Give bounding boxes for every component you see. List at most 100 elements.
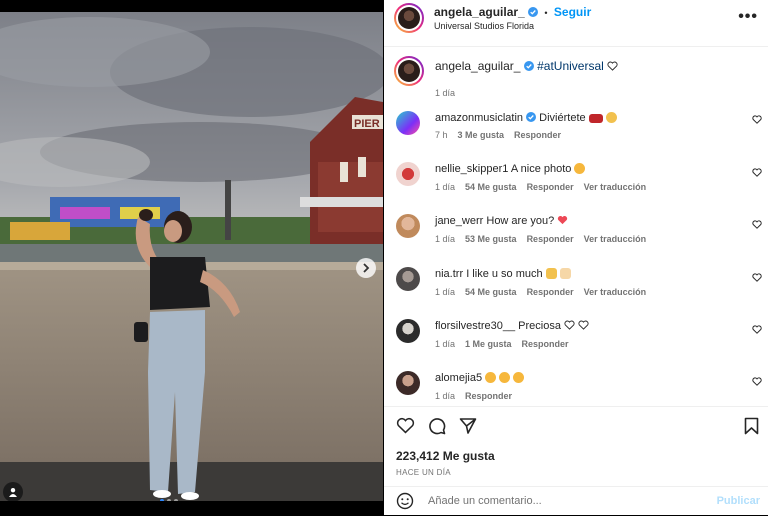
commenter-avatar[interactable]: [396, 371, 420, 395]
verified-icon: [528, 7, 539, 17]
pointing-hand-emoji: [545, 268, 557, 279]
maracas-emoji: [588, 114, 603, 123]
star-eyes-emoji: [485, 372, 497, 383]
comment-likes[interactable]: 54 Me gusta: [465, 182, 517, 192]
comment-item: alomejia5 1 día Responder: [384, 371, 768, 407]
comment-item: nia.trr I like u so much 1 día 54 Me gust…: [384, 267, 768, 307]
commenter-avatar[interactable]: [396, 111, 420, 135]
comment-time: 1 día: [435, 287, 456, 297]
comment-text: A nice photo: [510, 163, 572, 175]
comment-time: 1 día: [435, 234, 456, 244]
post-photo[interactable]: PIER: [0, 12, 383, 501]
comment-likes[interactable]: 53 Me gusta: [465, 234, 517, 244]
building-sign: PIER: [354, 118, 380, 130]
comment-icon[interactable]: [428, 417, 446, 435]
emoji-icon[interactable]: [396, 492, 414, 510]
heart-icon[interactable]: [752, 377, 762, 386]
heart-icon[interactable]: [752, 220, 762, 229]
likes-count[interactable]: 223,412 Me gusta: [396, 449, 495, 463]
caption-avatar[interactable]: [394, 56, 424, 86]
author-avatar[interactable]: [394, 3, 424, 33]
comment-username[interactable]: alomejia5: [435, 372, 482, 384]
add-comment-bar: Añade un comentario... Publicar: [384, 486, 768, 516]
red-heart-emoji: [558, 215, 568, 225]
comment-username[interactable]: nia.trr: [435, 268, 463, 280]
reply-button[interactable]: Responder: [514, 130, 561, 140]
next-photo-button[interactable]: [356, 258, 376, 278]
next-arrow-icon: [363, 263, 370, 273]
comment-time: 1 día: [435, 182, 456, 192]
bookmark-icon[interactable]: [744, 417, 759, 435]
more-options-icon[interactable]: •••: [738, 8, 758, 26]
author-username[interactable]: angela_aguilar_: [434, 5, 525, 19]
post-side-panel: angela_aguilar_ • Seguir Universal Studi…: [384, 0, 768, 515]
follow-button[interactable]: Seguir: [554, 5, 591, 19]
star-eyes-emoji: [574, 163, 586, 174]
caption-time: 1 día: [435, 88, 456, 98]
comment-time: 1 día: [435, 339, 456, 349]
comment-likes[interactable]: 1 Me gusta: [465, 339, 512, 349]
comment-item: amazonmusiclatin Diviértete 7 h 3 Me gust…: [384, 109, 768, 149]
comment-text: Diviértete: [539, 112, 586, 124]
commenter-avatar[interactable]: [396, 319, 420, 343]
carousel-dot: [167, 499, 171, 501]
star-eyes-emoji: [513, 372, 525, 383]
comment-time: 1 día: [435, 391, 456, 401]
comment-username[interactable]: jane_werr: [435, 215, 483, 227]
comment-username[interactable]: amazonmusiclatin: [435, 112, 523, 124]
heart-icon[interactable]: [752, 273, 762, 282]
caption: angela_aguilar_ #atUniversal 1 día: [384, 56, 768, 98]
heart-icon[interactable]: [752, 325, 762, 334]
comment-text: Preciosa: [518, 320, 561, 332]
white-heart-emoji: [578, 320, 589, 330]
comment-item: florsilvestre30__ Preciosa 1 día 1 Me gus…: [384, 319, 768, 359]
tagged-users-button[interactable]: [3, 482, 23, 501]
translate-link[interactable]: Ver traducción: [584, 234, 647, 244]
reply-button[interactable]: Responder: [527, 182, 574, 192]
comment-item: nellie_skipper1 A nice photo 1 día 54 Me …: [384, 162, 768, 202]
comment-text: How are you?: [486, 215, 555, 227]
comment-likes[interactable]: 54 Me gusta: [465, 287, 517, 297]
photo-illustration: PIER: [0, 12, 383, 501]
verified-icon: [523, 61, 534, 71]
comment-item: jane_werr How are you? 1 día 53 Me gusta R…: [384, 214, 768, 254]
post-timestamp: HACE UN DÍA: [396, 468, 451, 477]
translate-link[interactable]: Ver traducción: [584, 182, 647, 192]
comment-username[interactable]: nellie_skipper1: [435, 163, 508, 175]
post-actions: [384, 406, 768, 452]
comment-input[interactable]: Añade un comentario...: [428, 495, 542, 507]
comment-likes[interactable]: 3 Me gusta: [458, 130, 505, 140]
reply-button[interactable]: Responder: [527, 234, 574, 244]
white-heart-emoji: [564, 320, 575, 330]
publish-button[interactable]: Publicar: [717, 495, 760, 507]
heart-icon[interactable]: [752, 115, 762, 124]
comment-text: I like u so much: [466, 268, 543, 280]
carousel-dots: [160, 499, 178, 501]
pointing-hand-emoji: [559, 268, 571, 279]
post-header: angela_aguilar_ • Seguir Universal Studi…: [384, 0, 768, 47]
commenter-avatar[interactable]: [396, 214, 420, 238]
carousel-dot-active: [160, 499, 164, 501]
heart-icon[interactable]: [396, 417, 415, 434]
post-location[interactable]: Universal Studios Florida: [434, 21, 534, 31]
translate-link[interactable]: Ver traducción: [584, 287, 647, 297]
reply-button[interactable]: Responder: [522, 339, 569, 349]
share-icon[interactable]: [459, 417, 477, 435]
comment-username[interactable]: florsilvestre30__: [435, 320, 515, 332]
carousel-dot: [174, 499, 178, 501]
verified-icon: [526, 112, 537, 122]
commenter-avatar[interactable]: [396, 267, 420, 291]
user-tag-icon: [9, 488, 17, 497]
heart-icon[interactable]: [752, 168, 762, 177]
caption-username[interactable]: angela_aguilar_: [435, 59, 520, 73]
fingers-crossed-emoji: [605, 112, 617, 123]
separator-dot: •: [544, 8, 548, 18]
reply-button[interactable]: Responder: [465, 391, 512, 401]
commenter-avatar[interactable]: [396, 162, 420, 186]
comment-time: 7 h: [435, 130, 448, 140]
caption-hashtag[interactable]: #atUniversal: [537, 59, 604, 73]
white-heart-emoji: [607, 60, 618, 71]
star-eyes-emoji: [499, 372, 511, 383]
reply-button[interactable]: Responder: [527, 287, 574, 297]
comments-list[interactable]: angela_aguilar_ #atUniversal 1 día amazo…: [384, 47, 768, 407]
